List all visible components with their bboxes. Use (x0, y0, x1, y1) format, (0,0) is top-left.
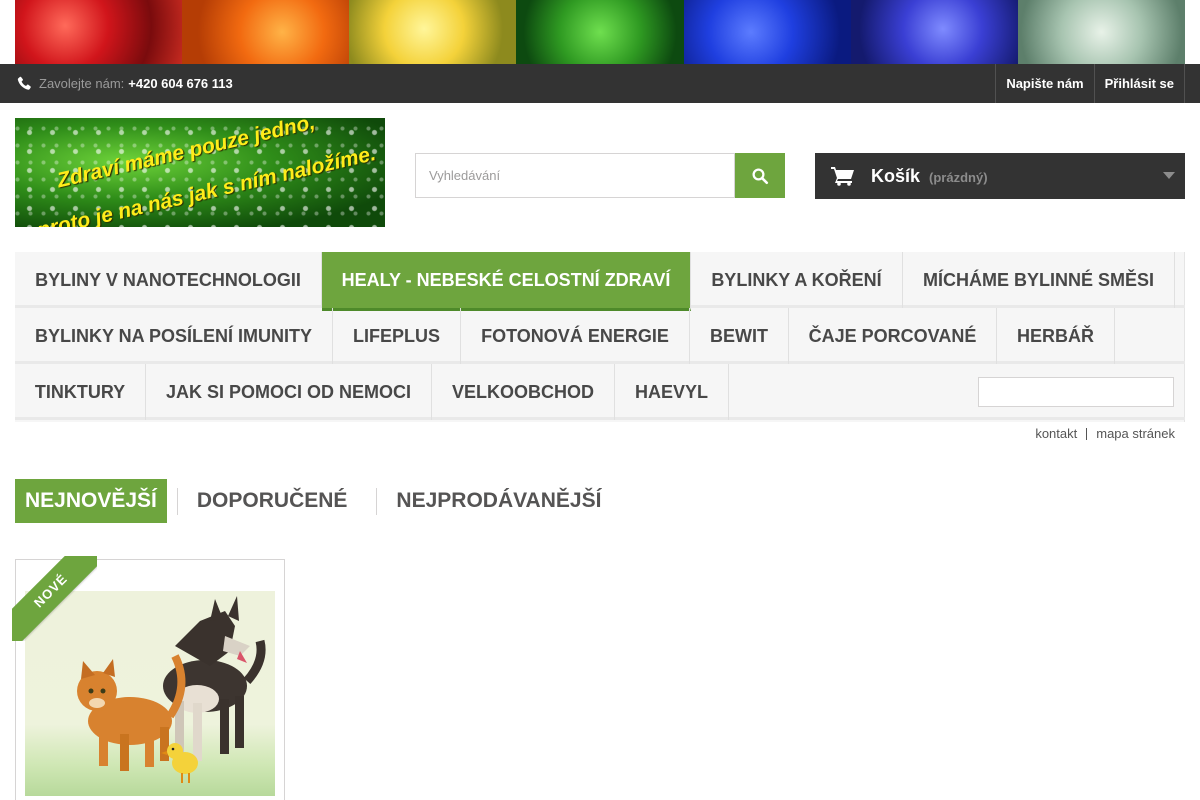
menu-item-herbar[interactable]: HERBÁŘ (997, 308, 1115, 364)
phone-label: Zavolejte nám: (39, 76, 125, 91)
menu-item-velkoobchod[interactable]: VELKOOBCHOD (432, 364, 615, 420)
product-tabs: NEJNOVĚJŠÍ DOPORUČENÉ NEJPRODÁVANĚJŠÍ (15, 479, 620, 523)
search-form (415, 153, 785, 198)
tab-bestsellers[interactable]: NEJPRODÁVANĚJŠÍ (377, 479, 620, 523)
header-banner (15, 0, 1185, 64)
contact-phone: Zavolejte nám: +420 604 676 113 (15, 64, 233, 103)
menu-item-bewit[interactable]: BEWIT (690, 308, 789, 364)
login-link[interactable]: Přihlásit se (1093, 64, 1185, 103)
banner-strip (349, 0, 517, 64)
banner-strip (516, 0, 684, 64)
divider (1086, 427, 1088, 440)
menu-item-jak-si-pomoci[interactable]: JAK SI POMOCI OD NEMOCI (146, 364, 432, 420)
phone-icon (17, 76, 31, 90)
main-menu: BYLINY V NANOTECHNOLOGII HEALY - NEBESKÉ… (15, 252, 1185, 422)
menu-search-input[interactable] (978, 377, 1174, 407)
phone-number[interactable]: +420 604 676 113 (128, 76, 232, 91)
cart-icon (831, 167, 854, 186)
menu-item-bylinky-koreni[interactable]: BYLINKY A KOŘENÍ (691, 252, 903, 308)
menu-item-lifeplus[interactable]: LIFEPLUS (333, 308, 461, 364)
menu-item-tinktury[interactable]: TINKTURY (15, 364, 146, 420)
tab-newest[interactable]: NEJNOVĚJŠÍ (15, 479, 167, 523)
tab-recommended[interactable]: DOPORUČENÉ (178, 479, 367, 523)
menu-item-michame-smesi[interactable]: MÍCHÁME BYLINNÉ SMĚSI (903, 252, 1175, 308)
cart-title: Košík (871, 165, 921, 186)
banner-strip (182, 0, 350, 64)
menu-item-imunita[interactable]: BYLINKY NA POSÍLENÍ IMUNITY (15, 308, 333, 364)
menu-row: BYLINKY NA POSÍLENÍ IMUNITY LIFEPLUS FOT… (15, 308, 1185, 364)
site-logo[interactable]: Zdraví máme pouze jedno, proto je na nás… (15, 118, 385, 227)
menu-item-fotonova-energie[interactable]: FOTONOVÁ ENERGIE (461, 308, 690, 364)
new-product-ribbon: NOVÉ (12, 556, 97, 641)
menu-item-haevyl[interactable]: HAEVYL (615, 364, 729, 420)
menu-item-healy[interactable]: HEALY - NEBESKÉ CELOSTNÍ ZDRAVÍ (322, 252, 691, 311)
banner-strip (1017, 0, 1185, 64)
cart-status: (prázdný) (929, 169, 988, 185)
cart-block[interactable]: Košík (prázdný) (815, 153, 1185, 199)
contact-link[interactable]: kontakt (1035, 426, 1077, 441)
search-input[interactable] (415, 153, 735, 198)
search-icon (752, 168, 769, 184)
top-bar: Zavolejte nám: +420 604 676 113 Napište … (0, 64, 1200, 103)
user-links: Napište nám Přihlásit se (995, 64, 1185, 103)
menu-row: BYLINY V NANOTECHNOLOGII HEALY - NEBESKÉ… (15, 252, 1185, 311)
utility-links: kontakt mapa stránek (1035, 426, 1175, 441)
chevron-down-icon (1163, 172, 1175, 179)
new-badge: NOVÉ (12, 556, 97, 641)
banner-strip (850, 0, 1018, 64)
search-button[interactable] (735, 153, 785, 198)
menu-item-caje-porcovane[interactable]: ČAJE PORCOVANÉ (789, 308, 997, 364)
banner-strip (15, 0, 183, 64)
sitemap-link[interactable]: mapa stránek (1096, 426, 1175, 441)
banner-strip (683, 0, 851, 64)
contact-us-link[interactable]: Napište nám (995, 64, 1093, 103)
menu-item-byliny-nanotechnologii[interactable]: BYLINY V NANOTECHNOLOGII (15, 252, 322, 308)
